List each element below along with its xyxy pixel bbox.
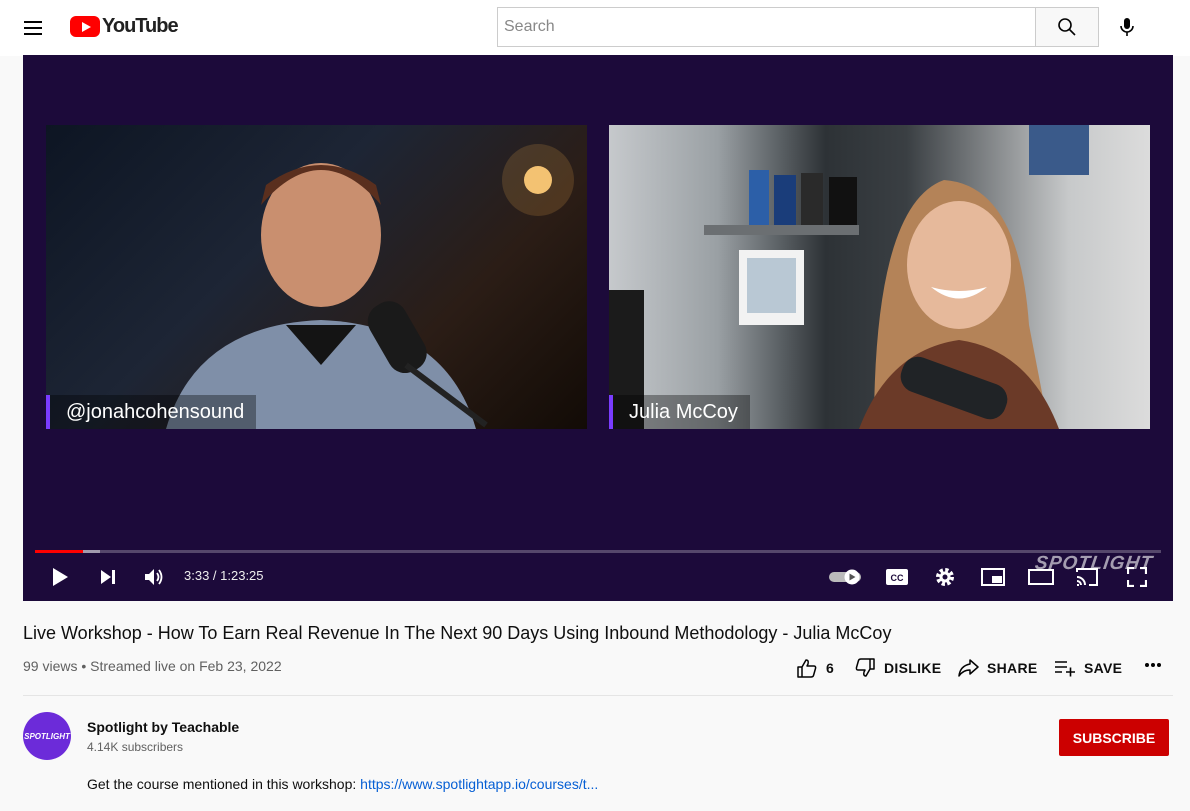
miniplayer-icon xyxy=(981,568,1005,586)
progress-bar[interactable] xyxy=(35,550,1161,553)
right-camera-label: Julia McCoy xyxy=(609,395,750,429)
left-camera-feed: @jonahcohensound xyxy=(46,125,587,429)
save-label: SAVE xyxy=(1084,660,1123,676)
share-icon xyxy=(958,659,979,677)
play-button[interactable] xyxy=(45,565,75,589)
description-text: Get the course mentioned in this worksho… xyxy=(87,776,361,792)
thumbs-down-icon xyxy=(855,658,875,677)
youtube-play-logo-icon xyxy=(70,16,100,37)
microphone-icon xyxy=(1120,18,1134,36)
search-button[interactable] xyxy=(1035,7,1099,47)
like-count: 6 xyxy=(826,660,835,676)
gear-icon xyxy=(936,568,954,586)
autoplay-toggle-icon xyxy=(829,569,861,585)
more-horizontal-icon xyxy=(1145,663,1161,667)
video-meta: 99 views • Streamed live on Feb 23, 2022 xyxy=(23,658,282,674)
left-camera-label: @jonahcohensound xyxy=(46,395,257,429)
volume-button[interactable] xyxy=(139,565,169,589)
captions-button[interactable]: CC xyxy=(883,565,911,589)
search-input[interactable] xyxy=(497,7,1036,47)
guest-video-image xyxy=(609,125,1089,429)
spotlight-watermark: SPOTLIGHT xyxy=(1033,553,1155,574)
share-label: SHARE xyxy=(987,660,1038,676)
avatar-logo-text: SPOTLIGHT xyxy=(24,731,70,741)
playlist-add-icon xyxy=(1055,661,1075,677)
share-button[interactable]: SHARE xyxy=(957,658,1038,678)
save-button[interactable]: SAVE xyxy=(1054,658,1122,678)
channel-name[interactable]: Spotlight by Teachable xyxy=(87,719,239,735)
dislike-label: DISLIKE xyxy=(884,660,942,676)
channel-avatar[interactable]: SPOTLIGHT xyxy=(23,712,71,760)
menu-icon[interactable] xyxy=(24,17,46,39)
volume-icon xyxy=(145,569,163,585)
thumbs-up-icon xyxy=(797,659,817,678)
logo-text: YouTube xyxy=(102,15,179,37)
subscribe-button[interactable]: SUBSCRIBE xyxy=(1059,719,1169,756)
video-title: Live Workshop - How To Earn Real Revenue… xyxy=(23,623,892,643)
next-button[interactable] xyxy=(93,565,123,589)
autoplay-toggle[interactable] xyxy=(827,565,863,589)
miniplayer-button[interactable] xyxy=(979,565,1007,589)
youtube-logo[interactable]: YouTube xyxy=(70,15,179,38)
search-icon xyxy=(1058,18,1076,36)
description-link[interactable]: https://www.spotlightapp.io/courses/t... xyxy=(360,776,598,792)
play-icon xyxy=(53,568,68,586)
video-description: Get the course mentioned in this worksho… xyxy=(87,776,598,792)
settings-button[interactable] xyxy=(931,565,959,589)
skip-next-icon xyxy=(101,570,115,584)
divider xyxy=(23,695,1173,696)
masthead: YouTube xyxy=(0,0,1190,56)
progress-played xyxy=(35,550,83,553)
like-button[interactable]: 6 xyxy=(796,658,834,678)
dislike-button[interactable]: DISLIKE xyxy=(854,658,941,678)
video-player[interactable]: @jonahcohensound Julia McCoy 3:33 / 1:23… xyxy=(23,55,1173,601)
voice-search-button[interactable] xyxy=(1110,10,1144,44)
captions-icon: CC xyxy=(886,569,908,585)
time-display: 3:33 / 1:23:25 xyxy=(184,568,264,583)
right-camera-feed: Julia McCoy xyxy=(609,125,1150,429)
more-actions-button[interactable] xyxy=(1144,662,1170,668)
svg-text:CC: CC xyxy=(891,573,904,583)
subscriber-count: 4.14K subscribers xyxy=(87,740,184,754)
host-video-image xyxy=(166,144,574,429)
